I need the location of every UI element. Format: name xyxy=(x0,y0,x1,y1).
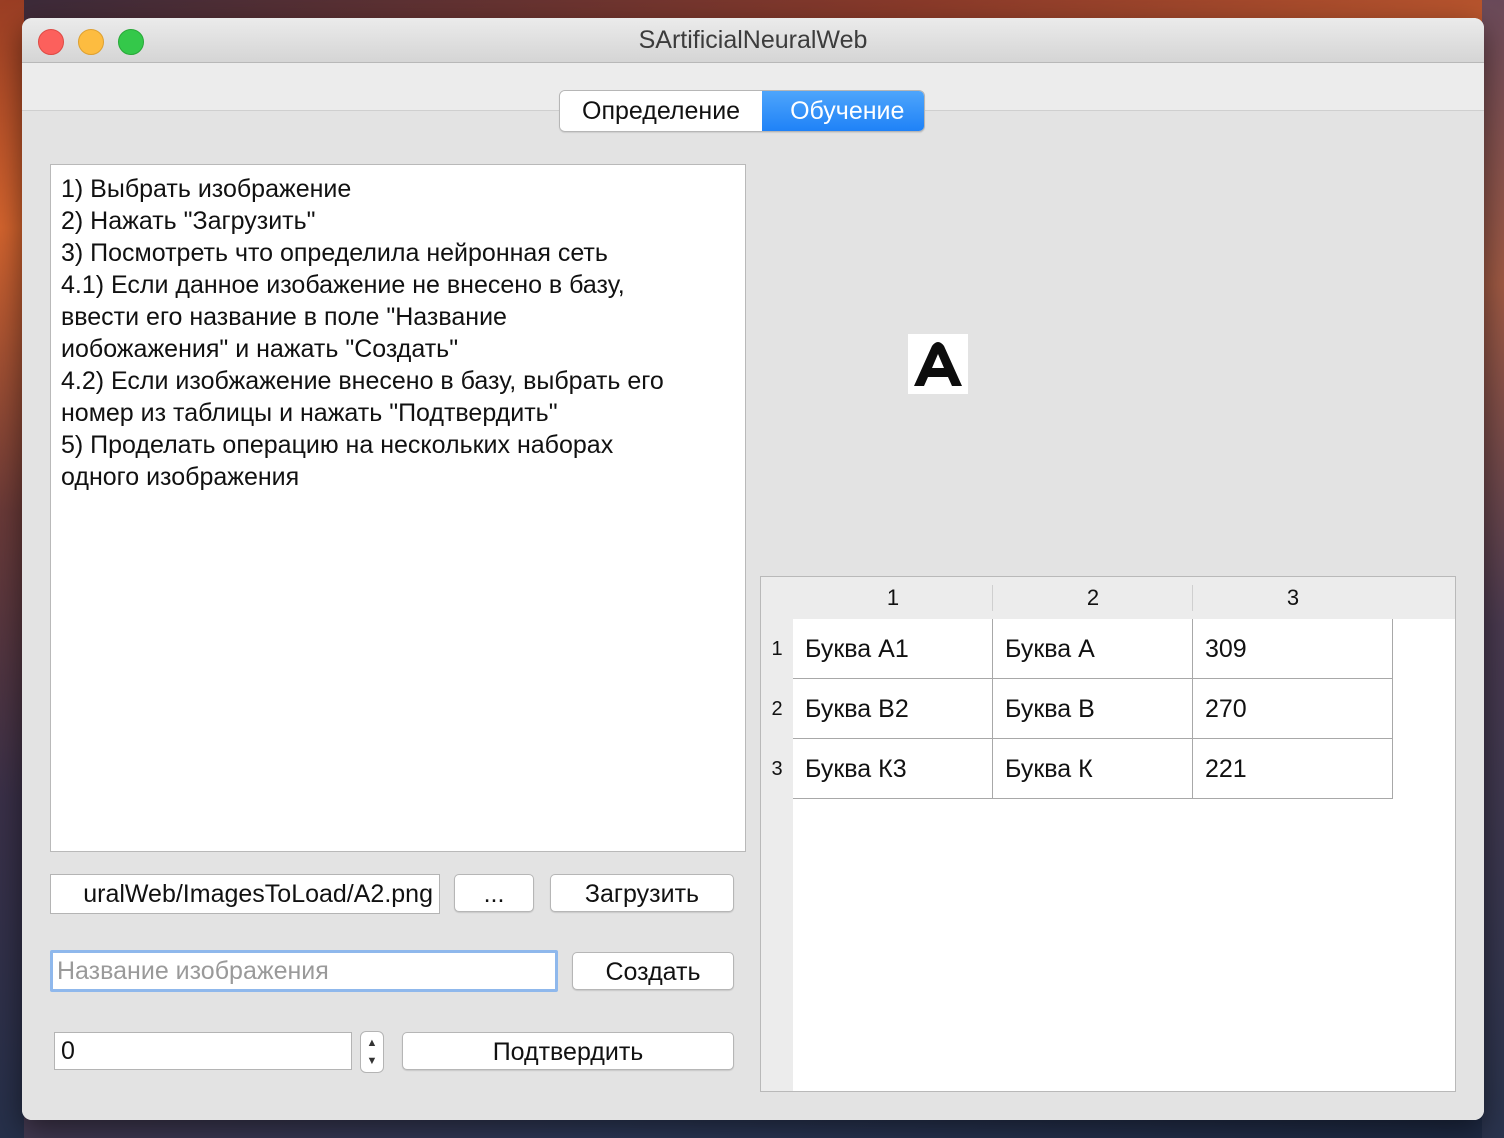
image-table[interactable]: 1 2 3 1 Буква А1 Буква А 309 2 Буква В2 … xyxy=(760,576,1456,1092)
instruction-line: 5) Проделать операцию на нескольких набо… xyxy=(61,431,614,459)
table-cell[interactable]: Буква А xyxy=(993,619,1193,679)
desktop-background-left xyxy=(0,0,24,1138)
image-name-field[interactable] xyxy=(50,950,558,992)
image-preview xyxy=(908,334,968,394)
instruction-line: 4.1) Если данное изобажение не внесено в… xyxy=(61,271,625,299)
row-header-1[interactable]: 1 xyxy=(761,619,793,679)
window-title: SArtificialNeuralWeb xyxy=(638,26,868,54)
table-cell[interactable]: 270 xyxy=(1193,679,1393,739)
table-cell[interactable]: 221 xyxy=(1193,739,1393,799)
image-path-value: uralWeb/ImagesToLoad/A2.png xyxy=(83,880,433,908)
stepper-down-icon[interactable]: ▼ xyxy=(361,1054,383,1068)
tab-training[interactable]: Обучение xyxy=(762,91,925,131)
table-cell[interactable]: Буква В xyxy=(993,679,1193,739)
stepper-up-icon[interactable]: ▲ xyxy=(361,1036,383,1050)
tab-definition[interactable]: Определение xyxy=(560,91,763,131)
title-bar[interactable]: SArtificialNeuralWeb xyxy=(22,18,1484,63)
column-header-2[interactable]: 2 xyxy=(993,577,1193,619)
table-cell[interactable]: Буква К3 xyxy=(793,739,993,799)
instruction-line: 3) Посмотреть что определила нейронная с… xyxy=(61,239,608,267)
row-header-3[interactable]: 3 xyxy=(761,739,793,799)
column-header-label: 1 xyxy=(886,585,900,610)
load-button[interactable]: Загрузить xyxy=(550,874,734,912)
instruction-line: иобожажения" и нажать "Создать" xyxy=(61,335,459,363)
letter-a-image xyxy=(908,334,968,394)
create-button[interactable]: Создать xyxy=(572,952,734,990)
image-name-input[interactable] xyxy=(53,953,551,989)
table-cell[interactable]: Буква А1 xyxy=(793,619,993,679)
row-number-field[interactable]: 0 xyxy=(54,1032,352,1070)
instruction-line: 2) Нажать "Загрузить" xyxy=(61,207,316,235)
column-header-label: 3 xyxy=(1286,585,1300,610)
browse-button[interactable]: ... xyxy=(454,874,534,912)
column-header-label: 2 xyxy=(1086,585,1100,610)
tab-bar: Определение Обучение xyxy=(559,90,926,132)
desktop-background-right xyxy=(1482,0,1504,1138)
instruction-line: номер из таблицы и нажать "Подтвердить" xyxy=(61,399,558,427)
column-header-3[interactable]: 3 xyxy=(1193,577,1393,619)
table-cell[interactable]: Буква В2 xyxy=(793,679,993,739)
confirm-button[interactable]: Подтвердить xyxy=(402,1032,734,1070)
column-header-1[interactable]: 1 xyxy=(793,577,993,619)
table-cell[interactable]: 309 xyxy=(1193,619,1393,679)
image-path-field[interactable]: uralWeb/ImagesToLoad/A2.png xyxy=(50,874,440,914)
app-window: SArtificialNeuralWeb Определение Обучени… xyxy=(22,18,1484,1120)
instruction-line: 4.2) Если изобжажение внесено в базу, вы… xyxy=(61,367,664,395)
table-cell[interactable]: Буква К xyxy=(993,739,1193,799)
header-filler xyxy=(1393,577,1455,619)
row-header-2[interactable]: 2 xyxy=(761,679,793,739)
instruction-line: 1) Выбрать изображение xyxy=(61,175,352,203)
instruction-line: ввести его название в поле "Название xyxy=(61,303,507,331)
instruction-line: одного изображения xyxy=(61,463,300,491)
row-number-stepper[interactable]: ▲ ▼ xyxy=(360,1031,384,1073)
instructions-text-area[interactable]: 1) Выбрать изображение 2) Нажать "Загруз… xyxy=(50,164,746,852)
table-corner[interactable] xyxy=(761,577,793,619)
